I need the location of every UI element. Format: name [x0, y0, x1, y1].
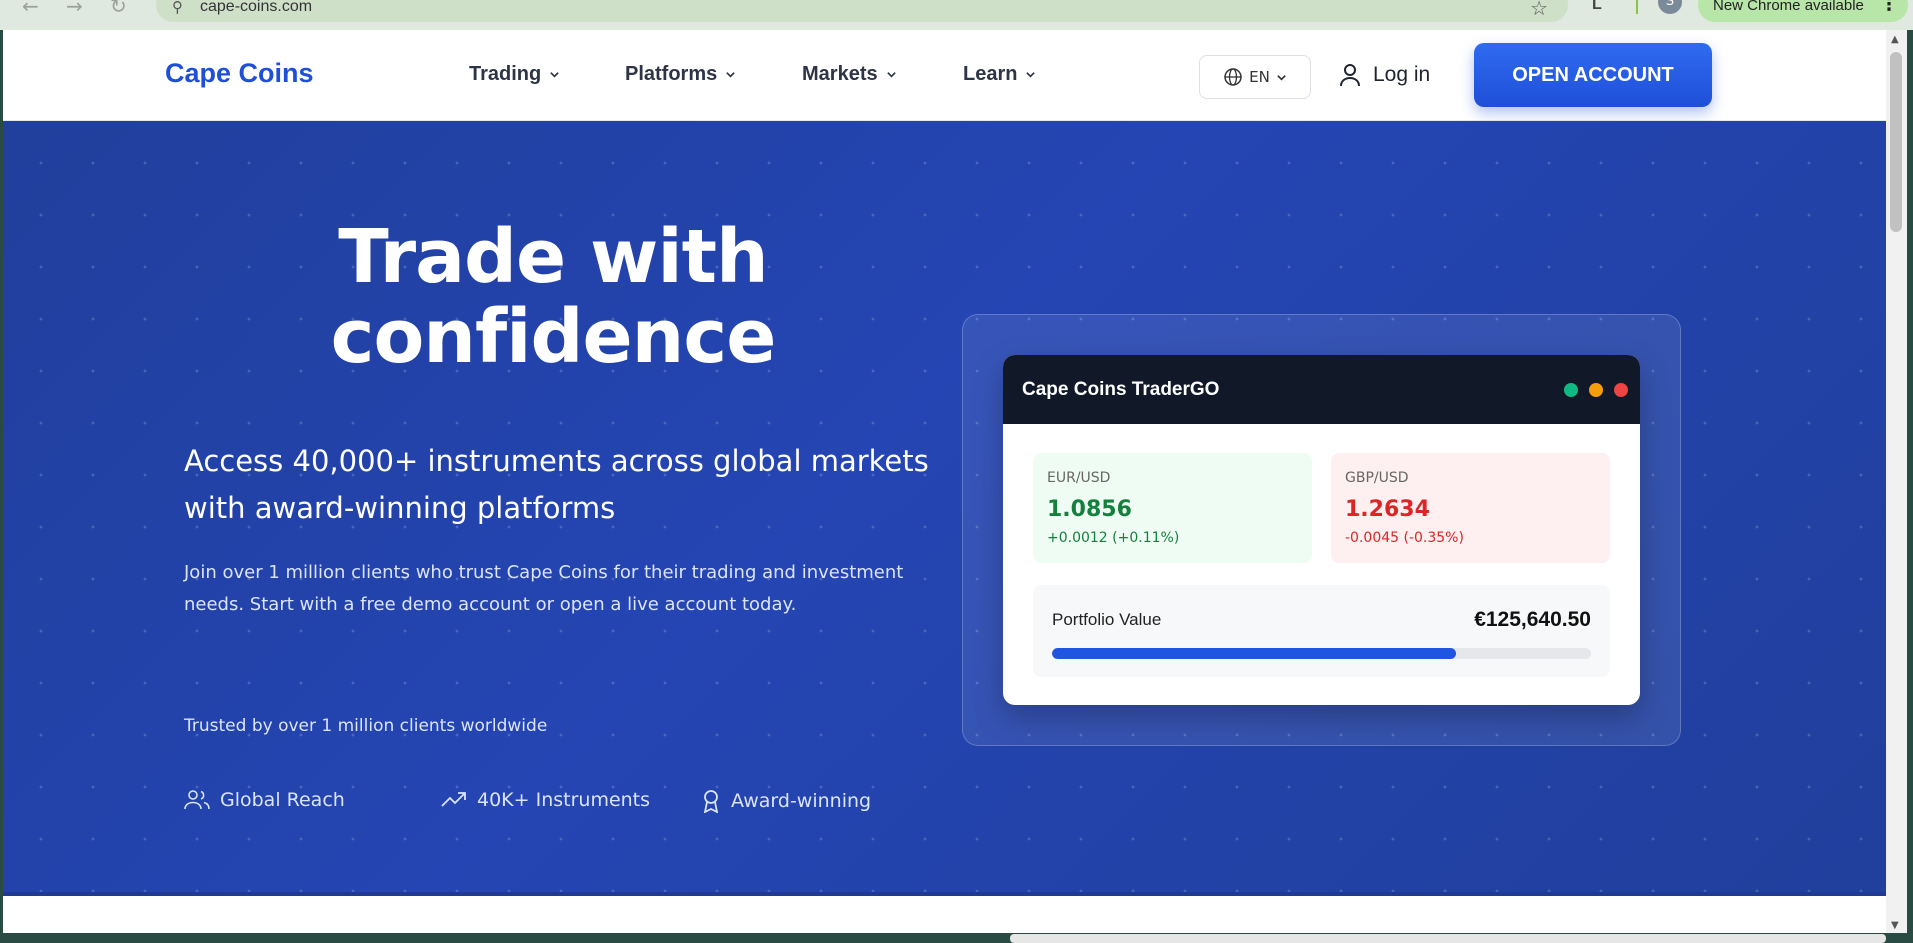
trusted-text: Trusted by over 1 million clients worldw…: [184, 716, 548, 736]
scroll-down-arrow-icon[interactable]: ▼: [1891, 920, 1899, 931]
hero-section: Trade with confidence Access 40,000+ ins…: [3, 121, 1886, 896]
site-logo[interactable]: Cape Coins: [165, 58, 314, 89]
feature-label: 40K+ Instruments: [477, 789, 651, 811]
chevron-down-icon: [726, 72, 736, 78]
nav-label: Trading: [469, 63, 542, 85]
update-label: New Chrome available: [1713, 0, 1864, 14]
globe-icon: [1224, 68, 1242, 86]
portfolio-progress-fill: [1052, 648, 1457, 659]
feature-award: Award-winning: [701, 789, 871, 813]
portfolio-progress-bar: [1052, 648, 1591, 659]
quote-eurusd: EUR/USD 1.0856 +0.0012 (+0.11%): [1033, 453, 1312, 563]
award-icon: [703, 790, 719, 813]
quote-change: -0.0045 (-0.35%): [1345, 530, 1464, 546]
scroll-up-arrow-icon[interactable]: ▲: [1891, 34, 1899, 45]
quote-pair: GBP/USD: [1345, 470, 1409, 486]
site-info-icon[interactable]: ⚲: [172, 0, 183, 16]
login-link[interactable]: Log in: [1339, 63, 1430, 87]
address-bar[interactable]: ⚲ cape-coins.com ☆: [156, 0, 1568, 22]
hero-title: Trade with confidence: [293, 217, 813, 377]
vertical-scrollbar[interactable]: ▲ ▼: [1886, 30, 1907, 933]
profile-avatar[interactable]: S: [1658, 0, 1682, 14]
chrome-update-button[interactable]: New Chrome available ⋮: [1698, 0, 1908, 22]
chevron-down-icon: [886, 72, 896, 78]
feature-instruments: 40K+ Instruments: [441, 789, 650, 811]
scrollbar-thumb[interactable]: [1890, 52, 1902, 232]
nav-label: Learn: [963, 63, 1018, 85]
site-header: Cape Coins Trading Platforms Markets Lea…: [3, 30, 1886, 121]
reload-icon[interactable]: ↻: [110, 0, 127, 18]
nav-platforms[interactable]: Platforms: [625, 63, 736, 86]
hero-description: Join over 1 million clients who trust Ca…: [184, 562, 904, 615]
login-label: Log in: [1373, 63, 1431, 86]
browser-toolbar: ← → ↻ ⚲ cape-coins.com ☆ L S New Chrome …: [0, 0, 1913, 30]
feature-global-reach: Global Reach: [184, 789, 345, 811]
bookmark-star-icon[interactable]: ☆: [1530, 0, 1548, 20]
open-account-button[interactable]: OPEN ACCOUNT: [1474, 43, 1712, 107]
window-dot-green: [1564, 383, 1578, 397]
language-code: EN: [1249, 68, 1270, 86]
lens-icon[interactable]: L: [1592, 0, 1602, 14]
quote-change: +0.0012 (+0.11%): [1047, 530, 1180, 546]
portfolio-value: €125,640.50: [1474, 608, 1591, 631]
hero-subtitle: Access 40,000+ instruments across global…: [184, 444, 929, 525]
hero-title-line2: confidence: [330, 294, 777, 380]
quote-price: 1.0856: [1047, 497, 1132, 522]
quote-pair: EUR/USD: [1047, 470, 1111, 486]
portfolio-summary: Portfolio Value €125,640.50: [1033, 585, 1610, 677]
hero-bottom-edge: [3, 892, 1886, 896]
quote-price: 1.2634: [1345, 497, 1430, 522]
forward-arrow-icon[interactable]: →: [66, 0, 83, 18]
window-dot-yellow: [1589, 383, 1603, 397]
window-dot-red: [1614, 383, 1628, 397]
user-icon: [1340, 64, 1360, 87]
trading-card: Cape Coins TraderGO EUR/USD 1.0856 +0.00…: [1003, 355, 1640, 705]
trading-card-title: Cape Coins TraderGO: [1022, 379, 1220, 400]
hero-title-line1: Trade with: [338, 214, 768, 300]
portfolio-label: Portfolio Value: [1052, 610, 1162, 629]
chevron-down-icon: [1277, 74, 1286, 81]
trending-up-icon: [441, 792, 466, 807]
more-menu-icon[interactable]: ⋮: [1880, 0, 1898, 15]
feature-label: Award-winning: [731, 790, 872, 812]
users-icon: [184, 790, 210, 810]
chevron-down-icon: [1026, 72, 1036, 78]
nav-label: Platforms: [625, 63, 718, 85]
back-arrow-icon[interactable]: ←: [22, 0, 39, 18]
feature-label: Global Reach: [220, 789, 345, 811]
nav-label: Markets: [802, 63, 878, 85]
quote-gbpusd: GBP/USD 1.2634 -0.0045 (-0.35%): [1331, 453, 1610, 563]
toolbar-divider: [1636, 0, 1638, 14]
page-viewport: Cape Coins Trading Platforms Markets Lea…: [3, 30, 1886, 933]
platform-preview-panel: Cape Coins TraderGO EUR/USD 1.0856 +0.00…: [962, 314, 1681, 746]
nav-trading[interactable]: Trading: [469, 63, 560, 86]
nav-markets[interactable]: Markets: [802, 63, 897, 86]
url-text[interactable]: cape-coins.com: [200, 0, 312, 16]
nav-learn[interactable]: Learn: [963, 63, 1036, 86]
chevron-down-icon: [550, 72, 559, 78]
trading-card-header: Cape Coins TraderGO: [1003, 355, 1640, 424]
horizontal-scrollbar[interactable]: [1010, 934, 1886, 943]
language-selector[interactable]: EN: [1199, 55, 1311, 99]
